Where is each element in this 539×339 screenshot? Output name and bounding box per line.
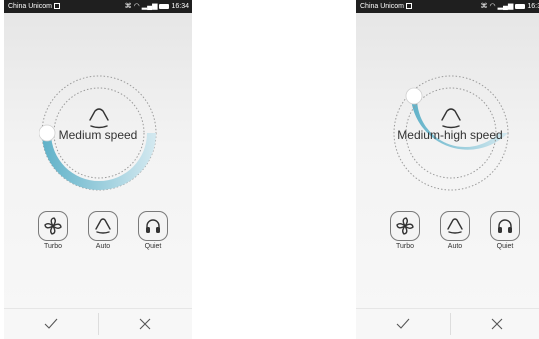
- auto-button[interactable]: [88, 211, 118, 241]
- battery-icon: [515, 4, 526, 9]
- action-bar: [4, 308, 192, 339]
- phone-screen-right: China Unicom ⌘ ◠ ▂▄▆ 16:3 Me: [356, 0, 539, 339]
- speed-label: Medium-high speed: [397, 128, 503, 142]
- cancel-button[interactable]: [98, 309, 192, 339]
- sim-icon: [53, 3, 60, 9]
- auto-logo-icon: [89, 108, 109, 129]
- action-bar: [356, 308, 539, 339]
- auto-icon: [95, 218, 111, 234]
- nfc-icon: ⌘: [124, 3, 132, 10]
- clock: 16:34: [171, 3, 189, 10]
- signal-icon: ▂▄▆: [497, 3, 514, 10]
- fan-icon: [396, 217, 414, 235]
- turbo-label: Turbo: [395, 243, 415, 250]
- auto-icon: [447, 218, 463, 234]
- wifi-icon: ◠: [133, 3, 140, 10]
- turbo-button[interactable]: [390, 211, 420, 241]
- fan-speed-panel: Medium-high speed Turbo Auto Quiet: [356, 13, 539, 308]
- check-icon: [44, 318, 58, 329]
- sim-icon: [405, 3, 412, 9]
- nfc-icon: ⌘: [480, 3, 488, 10]
- battery-icon: [159, 4, 170, 9]
- signal-icon: ▂▄▆: [141, 3, 158, 10]
- close-icon: [139, 318, 151, 330]
- auto-label: Auto: [95, 243, 111, 250]
- headphones-icon: [498, 219, 512, 233]
- carrier-name: China Unicom: [8, 3, 52, 10]
- wifi-icon: ◠: [489, 3, 496, 10]
- close-icon: [491, 318, 503, 330]
- quiet-label: Quiet: [496, 243, 514, 250]
- confirm-button[interactable]: [356, 309, 450, 339]
- check-icon: [396, 318, 410, 329]
- turbo-button[interactable]: [38, 211, 68, 241]
- auto-logo-icon: [441, 108, 461, 129]
- phone-screen-left: China Unicom ⌘ ◠ ▂▄▆ 16:34 Medium speed …: [4, 0, 192, 339]
- fan-icon: [44, 217, 62, 235]
- quiet-button[interactable]: [138, 211, 168, 241]
- auto-button[interactable]: [440, 211, 470, 241]
- fan-speed-panel: Medium speed Turbo Auto Quiet: [4, 13, 192, 308]
- cancel-button[interactable]: [450, 309, 539, 339]
- turbo-label: Turbo: [43, 243, 63, 250]
- speed-slider-handle[interactable]: [405, 87, 423, 105]
- quiet-button[interactable]: [490, 211, 520, 241]
- headphones-icon: [146, 219, 160, 233]
- clock: 16:3: [527, 3, 539, 10]
- quiet-label: Quiet: [144, 243, 162, 250]
- status-bar: China Unicom ⌘ ◠ ▂▄▆ 16:34: [4, 0, 192, 13]
- auto-label: Auto: [447, 243, 463, 250]
- status-bar: China Unicom ⌘ ◠ ▂▄▆ 16:3: [356, 0, 539, 13]
- confirm-button[interactable]: [4, 309, 98, 339]
- carrier-name: China Unicom: [360, 3, 404, 10]
- speed-label: Medium speed: [58, 128, 138, 142]
